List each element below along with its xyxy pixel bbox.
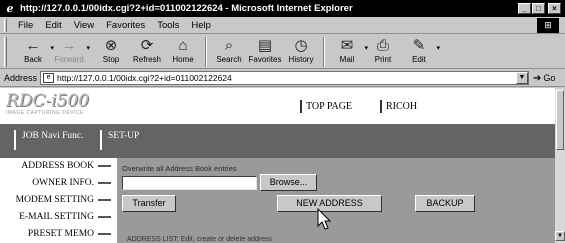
menu-bar: File Edit View Favorites Tools Help ⊞: [0, 17, 565, 34]
browse-button[interactable]: Browse...: [260, 174, 317, 191]
home-button[interactable]: ⌂ Home: [165, 35, 201, 64]
sidebar: ADDRESS BOOK OWNER INFO. MODEM SETTING E…: [0, 158, 117, 243]
sidebar-item-owner-info[interactable]: OWNER INFO.: [32, 178, 111, 188]
backup-button[interactable]: BACKUP: [415, 195, 475, 212]
address-label: Address: [4, 73, 38, 83]
top-page-link[interactable]: TOP PAGE: [300, 100, 352, 113]
maximize-button[interactable]: □: [532, 3, 545, 14]
address-list-caption: ADDRESS LIST: Edit, create or delete add…: [127, 236, 273, 243]
address-input[interactable]: e http://127.0.0.1/00idx.cgi?2+id=011002…: [40, 71, 529, 85]
page-icon: e: [43, 73, 55, 83]
address-url[interactable]: http://127.0.0.1/00idx.cgi?2+id=01100212…: [57, 73, 516, 83]
history-button[interactable]: ◷ History: [283, 35, 319, 64]
address-bar: Address e http://127.0.0.1/00idx.cgi?2+i…: [0, 70, 565, 87]
sidebar-item-preset-memo[interactable]: PRESET MEMO: [28, 229, 111, 239]
refresh-icon: ⟳: [140, 37, 154, 54]
toolbar-separator: [205, 37, 207, 67]
refresh-button[interactable]: ⟳ Refresh: [129, 35, 165, 64]
menu-file[interactable]: File: [12, 20, 39, 31]
file-path-input[interactable]: [122, 176, 257, 190]
title-bar: ℯ http://127.0.0.1/00idx.cgi?2+id=011002…: [0, 0, 565, 17]
address-dropdown-icon[interactable]: ▼: [516, 72, 528, 84]
minimize-button[interactable]: _: [518, 3, 531, 14]
page-content: RDC-i500 IMAGE CAPTURING DEVICE TOP PAGE…: [0, 88, 555, 243]
search-icon: ⌕: [224, 37, 234, 54]
ricoh-link[interactable]: RICOH: [380, 100, 417, 113]
mail-icon: ✉: [340, 37, 354, 54]
brand-tagline: IMAGE CAPTURING DEVICE: [6, 110, 84, 116]
favorites-button[interactable]: ▤ Favorites: [247, 35, 283, 64]
favorites-icon: ▤: [257, 37, 273, 54]
stop-button[interactable]: ⊗ Stop: [93, 35, 129, 64]
dash-icon: [98, 233, 111, 235]
transfer-button[interactable]: Transfer: [122, 195, 176, 212]
scroll-down-arrow-icon[interactable]: ▼: [555, 231, 565, 241]
menu-view[interactable]: View: [68, 20, 100, 31]
menu-tools[interactable]: Tools: [151, 20, 185, 31]
menu-favorites[interactable]: Favorites: [100, 20, 151, 31]
mouse-pointer-icon: [317, 208, 332, 230]
edit-icon: ✎: [412, 37, 426, 54]
edit-button[interactable]: ✎ Edit ▾: [401, 35, 440, 64]
toolbar-separator: [323, 37, 325, 67]
menu-help[interactable]: Help: [185, 20, 217, 31]
tab-job-navi-func[interactable]: JOB Navi Func.: [14, 130, 84, 150]
forward-arrow-icon: →: [61, 37, 77, 54]
brand-logo-text: RDC-i500: [6, 91, 90, 111]
window-title: http://127.0.0.1/00idx.cgi?2+id=01100212…: [20, 3, 353, 14]
mail-button[interactable]: ✉ Mail ▾: [329, 35, 368, 64]
close-button[interactable]: ×: [548, 3, 561, 14]
browser-window: ℯ http://127.0.0.1/00idx.cgi?2+id=011002…: [0, 0, 565, 243]
back-arrow-icon: ←: [25, 37, 41, 54]
vertical-scrollbar[interactable]: ▼: [555, 88, 565, 243]
brand-logo: RDC-i500 IMAGE CAPTURING DEVICE: [6, 93, 94, 117]
forward-button[interactable]: → Forward ▾: [51, 35, 90, 64]
menu-edit[interactable]: Edit: [39, 20, 67, 31]
stop-icon: ⊗: [104, 37, 118, 54]
dash-icon: [98, 165, 111, 167]
toolbar-grip[interactable]: [4, 37, 7, 67]
history-icon: ◷: [294, 37, 308, 54]
ie-logo-icon: ℯ: [6, 2, 14, 15]
scrollbar-thumb[interactable]: [556, 90, 564, 150]
sidebar-item-modem-setting[interactable]: MODEM SETTING: [16, 195, 111, 205]
standard-toolbar: ← Back ▾ → Forward ▾ ⊗ Stop ⟳ Refresh ⌂ …: [0, 35, 565, 69]
windows-logo-icon: ⊞: [537, 18, 559, 33]
tab-set-up[interactable]: SET-UP: [100, 130, 139, 150]
dash-icon: [98, 199, 111, 201]
window-controls: _ □ ×: [517, 3, 561, 14]
go-arrow-icon: ➔: [533, 72, 542, 84]
menu-grip[interactable]: [4, 18, 7, 32]
print-button[interactable]: ⎙ Print: [365, 35, 401, 64]
address-book-panel: Overwrite all Address Book entries Brows…: [117, 158, 555, 243]
search-button[interactable]: ⌕ Search: [211, 35, 247, 64]
sidebar-item-address-book[interactable]: ADDRESS BOOK: [21, 161, 111, 171]
edit-dropdown-icon[interactable]: ▾: [436, 44, 440, 52]
home-icon: ⌂: [178, 37, 188, 54]
print-icon: ⎙: [376, 37, 389, 54]
go-button[interactable]: ➔ Go: [533, 73, 565, 84]
dash-icon: [98, 182, 111, 184]
panel-caption: Overwrite all Address Book entries: [122, 164, 237, 173]
back-button[interactable]: ← Back ▾: [15, 35, 54, 64]
dash-icon: [98, 216, 111, 218]
forward-dropdown-icon[interactable]: ▾: [86, 44, 90, 52]
sidebar-item-email-setting[interactable]: E-MAIL SETTING: [19, 212, 111, 222]
